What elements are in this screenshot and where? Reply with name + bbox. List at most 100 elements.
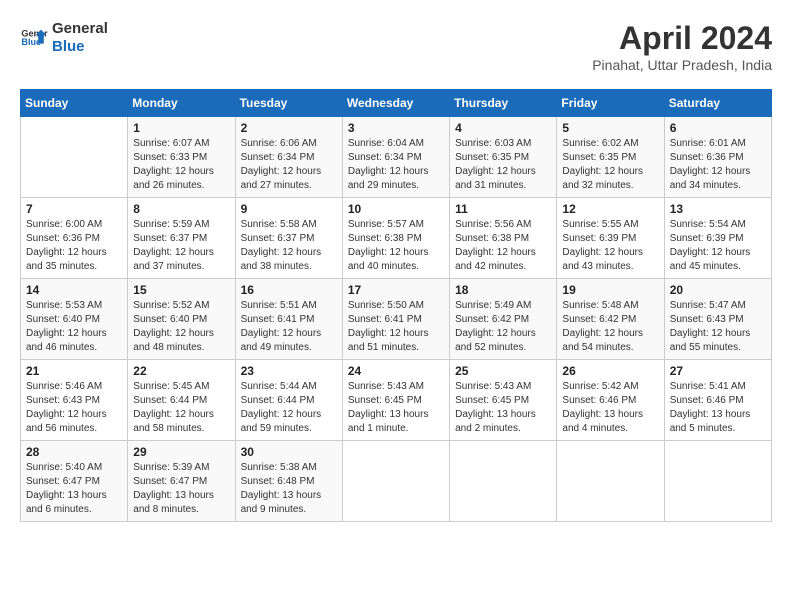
day-number: 1 xyxy=(133,121,229,135)
day-cell: 15 Sunrise: 5:52 AM Sunset: 6:40 PM Dayli… xyxy=(128,279,235,360)
day-info: Sunrise: 5:42 AM Sunset: 6:46 PM Dayligh… xyxy=(562,380,658,436)
calendar-body: 1 Sunrise: 6:07 AM Sunset: 6:33 PM Daylig… xyxy=(21,117,772,522)
day-info: Sunrise: 5:49 AM Sunset: 6:42 PM Dayligh… xyxy=(455,299,551,355)
day-info: Sunrise: 6:03 AM Sunset: 6:35 PM Dayligh… xyxy=(455,137,551,193)
day-cell: 16 Sunrise: 5:51 AM Sunset: 6:41 PM Dayli… xyxy=(235,279,342,360)
day-info: Sunrise: 5:55 AM Sunset: 6:39 PM Dayligh… xyxy=(562,218,658,274)
day-cell: 29Sunrise: 5:39 AM Sunset: 6:47 PM Dayli… xyxy=(128,441,235,522)
day-number: 24 xyxy=(348,364,444,378)
day-info: Sunrise: 5:46 AM Sunset: 6:43 PM Dayligh… xyxy=(26,380,122,436)
day-cell: 2 Sunrise: 6:06 AM Sunset: 6:34 PM Daylig… xyxy=(235,117,342,198)
day-info: Sunrise: 5:48 AM Sunset: 6:42 PM Dayligh… xyxy=(562,299,658,355)
day-number: 29 xyxy=(133,445,229,459)
day-number: 13 xyxy=(670,202,766,216)
day-cell: 25Sunrise: 5:43 AM Sunset: 6:45 PM Dayli… xyxy=(450,360,557,441)
col-header-sunday: Sunday xyxy=(21,90,128,117)
day-cell: 18 Sunrise: 5:49 AM Sunset: 6:42 PM Dayli… xyxy=(450,279,557,360)
week-row-1: 1 Sunrise: 6:07 AM Sunset: 6:33 PM Daylig… xyxy=(21,117,772,198)
day-cell: 1 Sunrise: 6:07 AM Sunset: 6:33 PM Daylig… xyxy=(128,117,235,198)
day-number: 9 xyxy=(241,202,337,216)
day-cell: 8 Sunrise: 5:59 AM Sunset: 6:37 PM Daylig… xyxy=(128,198,235,279)
day-info: Sunrise: 5:51 AM Sunset: 6:41 PM Dayligh… xyxy=(241,299,337,355)
day-cell: 7 Sunrise: 6:00 AM Sunset: 6:36 PM Daylig… xyxy=(21,198,128,279)
day-cell: 9 Sunrise: 5:58 AM Sunset: 6:37 PM Daylig… xyxy=(235,198,342,279)
logo-text-general: General xyxy=(52,20,108,38)
calendar-subtitle: Pinahat, Uttar Pradesh, India xyxy=(592,57,772,73)
day-info: Sunrise: 5:38 AM Sunset: 6:48 PM Dayligh… xyxy=(241,461,337,517)
day-cell: 26 Sunrise: 5:42 AM Sunset: 6:46 PM Dayli… xyxy=(557,360,664,441)
day-info: Sunrise: 5:43 AM Sunset: 6:45 PM Dayligh… xyxy=(348,380,444,436)
day-info: Sunrise: 6:00 AM Sunset: 6:36 PM Dayligh… xyxy=(26,218,122,274)
day-info: Sunrise: 5:45 AM Sunset: 6:44 PM Dayligh… xyxy=(133,380,229,436)
day-info: Sunrise: 5:50 AM Sunset: 6:41 PM Dayligh… xyxy=(348,299,444,355)
day-info: Sunrise: 5:57 AM Sunset: 6:38 PM Dayligh… xyxy=(348,218,444,274)
day-number: 16 xyxy=(241,283,337,297)
day-number: 4 xyxy=(455,121,551,135)
logo-icon: General Blue xyxy=(20,24,48,52)
day-number: 8 xyxy=(133,202,229,216)
day-number: 6 xyxy=(670,121,766,135)
day-info: Sunrise: 5:40 AM Sunset: 6:47 PM Dayligh… xyxy=(26,461,122,517)
day-number: 26 xyxy=(562,364,658,378)
day-number: 12 xyxy=(562,202,658,216)
logo-text-blue: Blue xyxy=(52,38,108,56)
day-info: Sunrise: 5:41 AM Sunset: 6:46 PM Dayligh… xyxy=(670,380,766,436)
day-cell xyxy=(21,117,128,198)
col-header-monday: Monday xyxy=(128,90,235,117)
day-cell xyxy=(342,441,449,522)
day-number: 22 xyxy=(133,364,229,378)
day-number: 7 xyxy=(26,202,122,216)
col-header-thursday: Thursday xyxy=(450,90,557,117)
day-number: 14 xyxy=(26,283,122,297)
day-number: 15 xyxy=(133,283,229,297)
day-cell: 14Sunrise: 5:53 AM Sunset: 6:40 PM Dayli… xyxy=(21,279,128,360)
day-cell: 30 Sunrise: 5:38 AM Sunset: 6:48 PM Dayli… xyxy=(235,441,342,522)
day-info: Sunrise: 6:01 AM Sunset: 6:36 PM Dayligh… xyxy=(670,137,766,193)
day-number: 10 xyxy=(348,202,444,216)
day-info: Sunrise: 5:58 AM Sunset: 6:37 PM Dayligh… xyxy=(241,218,337,274)
day-cell: 13Sunrise: 5:54 AM Sunset: 6:39 PM Dayli… xyxy=(664,198,771,279)
day-cell xyxy=(450,441,557,522)
col-header-tuesday: Tuesday xyxy=(235,90,342,117)
day-number: 19 xyxy=(562,283,658,297)
day-cell: 24 Sunrise: 5:43 AM Sunset: 6:45 PM Dayli… xyxy=(342,360,449,441)
svg-text:Blue: Blue xyxy=(21,37,41,47)
day-number: 30 xyxy=(241,445,337,459)
calendar-table: SundayMondayTuesdayWednesdayThursdayFrid… xyxy=(20,89,772,522)
day-info: Sunrise: 5:44 AM Sunset: 6:44 PM Dayligh… xyxy=(241,380,337,436)
week-row-3: 14Sunrise: 5:53 AM Sunset: 6:40 PM Dayli… xyxy=(21,279,772,360)
day-info: Sunrise: 6:04 AM Sunset: 6:34 PM Dayligh… xyxy=(348,137,444,193)
day-number: 2 xyxy=(241,121,337,135)
day-info: Sunrise: 6:06 AM Sunset: 6:34 PM Dayligh… xyxy=(241,137,337,193)
day-info: Sunrise: 5:59 AM Sunset: 6:37 PM Dayligh… xyxy=(133,218,229,274)
day-cell: 27 Sunrise: 5:41 AM Sunset: 6:46 PM Dayli… xyxy=(664,360,771,441)
week-row-4: 21 Sunrise: 5:46 AM Sunset: 6:43 PM Dayli… xyxy=(21,360,772,441)
day-cell: 3 Sunrise: 6:04 AM Sunset: 6:34 PM Daylig… xyxy=(342,117,449,198)
col-header-saturday: Saturday xyxy=(664,90,771,117)
calendar-title: April 2024 xyxy=(592,20,772,57)
day-number: 21 xyxy=(26,364,122,378)
column-headers: SundayMondayTuesdayWednesdayThursdayFrid… xyxy=(21,90,772,117)
day-number: 28 xyxy=(26,445,122,459)
day-cell: 11Sunrise: 5:56 AM Sunset: 6:38 PM Dayli… xyxy=(450,198,557,279)
day-number: 5 xyxy=(562,121,658,135)
day-number: 20 xyxy=(670,283,766,297)
day-number: 25 xyxy=(455,364,551,378)
day-cell: 17Sunrise: 5:50 AM Sunset: 6:41 PM Dayli… xyxy=(342,279,449,360)
week-row-2: 7 Sunrise: 6:00 AM Sunset: 6:36 PM Daylig… xyxy=(21,198,772,279)
day-cell: 20 Sunrise: 5:47 AM Sunset: 6:43 PM Dayli… xyxy=(664,279,771,360)
day-number: 3 xyxy=(348,121,444,135)
day-cell: 4 Sunrise: 6:03 AM Sunset: 6:35 PM Daylig… xyxy=(450,117,557,198)
day-cell xyxy=(557,441,664,522)
day-info: Sunrise: 5:47 AM Sunset: 6:43 PM Dayligh… xyxy=(670,299,766,355)
day-number: 18 xyxy=(455,283,551,297)
day-cell: 12 Sunrise: 5:55 AM Sunset: 6:39 PM Dayli… xyxy=(557,198,664,279)
day-number: 27 xyxy=(670,364,766,378)
day-info: Sunrise: 6:02 AM Sunset: 6:35 PM Dayligh… xyxy=(562,137,658,193)
day-cell: 21 Sunrise: 5:46 AM Sunset: 6:43 PM Dayli… xyxy=(21,360,128,441)
day-cell: 5 Sunrise: 6:02 AM Sunset: 6:35 PM Daylig… xyxy=(557,117,664,198)
day-number: 23 xyxy=(241,364,337,378)
day-cell: 10 Sunrise: 5:57 AM Sunset: 6:38 PM Dayli… xyxy=(342,198,449,279)
day-info: Sunrise: 5:52 AM Sunset: 6:40 PM Dayligh… xyxy=(133,299,229,355)
day-info: Sunrise: 6:07 AM Sunset: 6:33 PM Dayligh… xyxy=(133,137,229,193)
